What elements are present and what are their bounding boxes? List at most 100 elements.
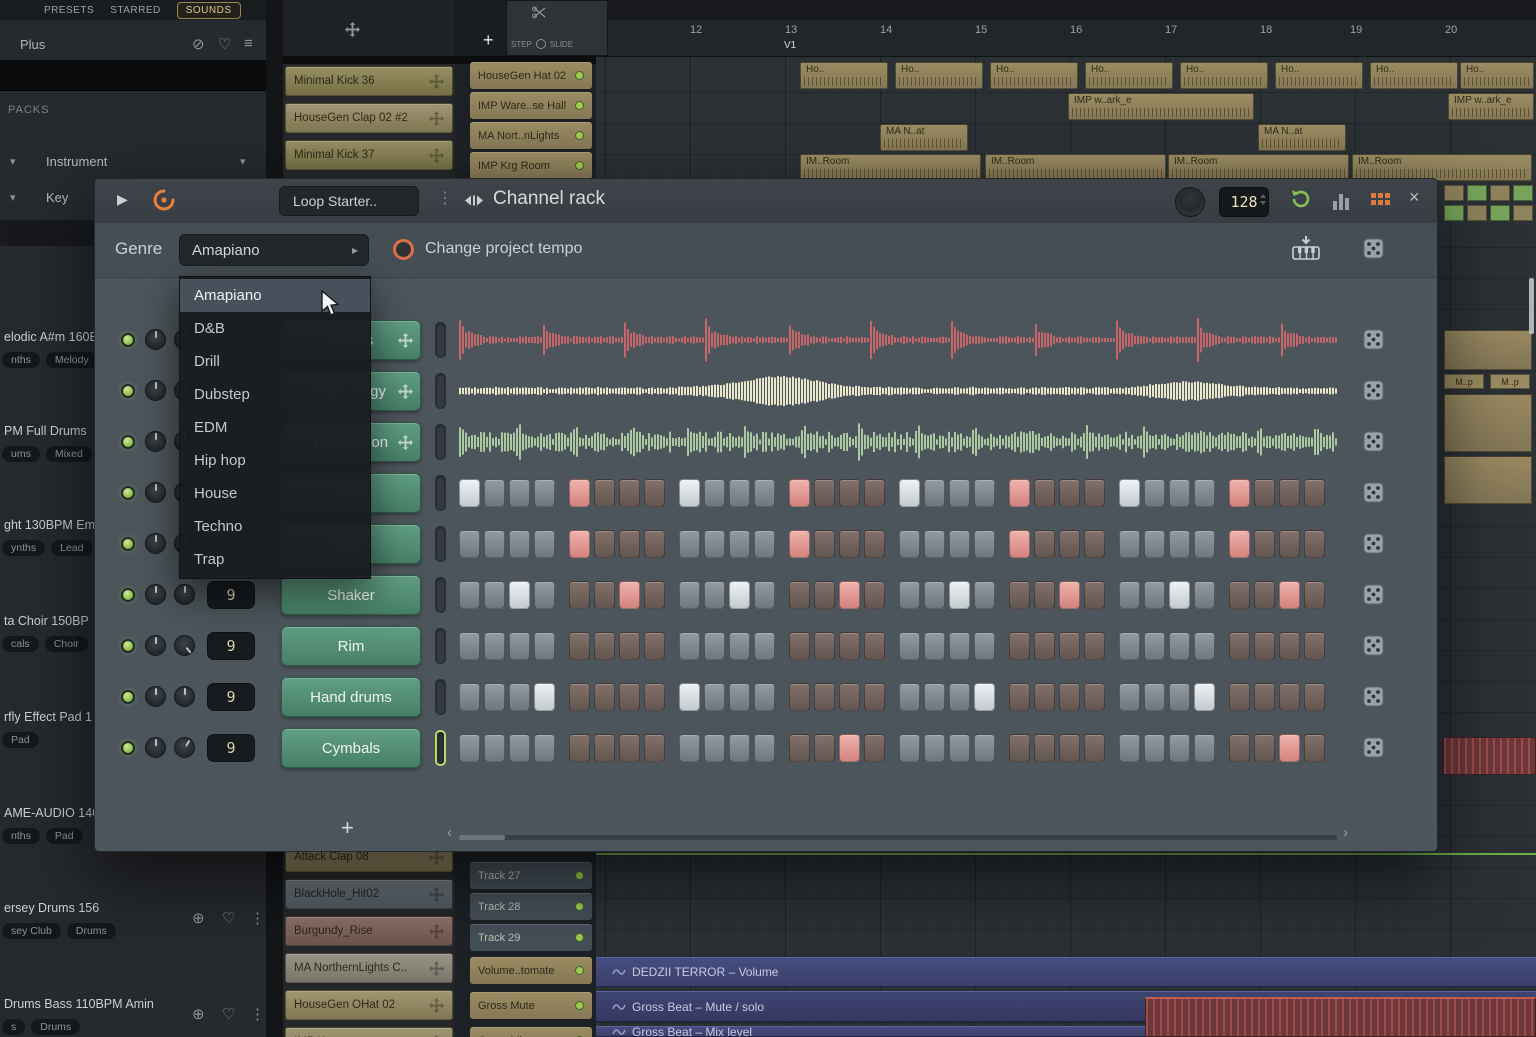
genre-option-hip-hop[interactable]: Hip hop [180,444,370,477]
step-toggle-icon[interactable] [536,39,546,49]
step-cell[interactable] [1144,683,1165,711]
step-cell[interactable] [1059,581,1080,609]
mini-cell[interactable] [1513,205,1533,221]
step-cell[interactable] [814,632,835,660]
step-cell[interactable] [899,632,920,660]
playlist-clip[interactable]: IM..Room [800,154,981,181]
tag-chip[interactable]: nths [2,828,40,844]
playlist-clip[interactable]: MA N..at [880,124,968,151]
step-cell[interactable] [1254,581,1275,609]
track-enable-led[interactable] [575,161,584,170]
step-cell[interactable] [839,479,860,507]
step-cell[interactable] [1169,632,1190,660]
move-icon[interactable] [398,384,413,399]
step-cell[interactable] [924,632,945,660]
channel-button-cymbals[interactable]: Cymbals [281,728,421,768]
track-label[interactable]: Gross Mix [470,1027,592,1037]
genre-option-trap[interactable]: Trap [180,543,370,576]
playlist-clip[interactable]: Ho.. [1180,62,1268,89]
pattern-clip[interactable]: BlackHole_Hit02 [285,879,453,909]
mute-led[interactable] [121,333,135,347]
tag-chip[interactable]: Choir [45,636,88,652]
undo-icon[interactable] [1289,188,1311,210]
step-cell[interactable] [1034,479,1055,507]
mini-clip[interactable] [1444,394,1532,452]
step-cell[interactable] [864,530,885,558]
step-cell[interactable] [1254,734,1275,762]
step-cell[interactable] [1034,530,1055,558]
step-cell[interactable] [974,632,995,660]
step-cell[interactable] [1254,632,1275,660]
step-cell[interactable] [569,734,590,762]
sample-item[interactable]: Drums Bass 110BPM AminsDrums⊕♡⋮ [0,997,266,1037]
preset-selector-button[interactable]: Loop Starter.. [279,186,419,216]
channel-target-indicator[interactable] [435,475,446,511]
pan-knob[interactable] [145,737,166,758]
dice-icon[interactable] [1363,482,1384,503]
add-circle-icon[interactable]: ⊕ [192,909,205,927]
track-enable-led[interactable] [575,131,584,140]
slide-label[interactable]: SLIDE [550,40,573,49]
channel-target-indicator[interactable] [435,373,446,409]
step-cell[interactable] [924,530,945,558]
step-cell[interactable] [534,530,555,558]
step-cell[interactable] [754,683,775,711]
mini-cell[interactable] [1513,185,1533,201]
volume-knob[interactable] [174,737,195,758]
step-cell[interactable] [839,530,860,558]
step-cell[interactable] [704,581,725,609]
mute-led[interactable] [121,486,135,500]
track-enable-led[interactable] [575,966,584,975]
step-cell[interactable] [1034,734,1055,762]
dice-icon[interactable] [1363,533,1384,554]
playlist-clip[interactable]: IM..Room [1352,154,1532,181]
step-cell[interactable] [1304,581,1325,609]
step-cell[interactable] [814,683,835,711]
step-cell[interactable] [1229,632,1250,660]
step-cell[interactable] [484,581,505,609]
pan-knob[interactable] [145,635,166,656]
move-icon[interactable] [429,998,444,1013]
step-cell[interactable] [594,479,615,507]
pan-knob[interactable] [145,584,166,605]
step-cell[interactable] [1119,581,1140,609]
step-cell[interactable] [924,581,945,609]
step-cell[interactable] [1084,530,1105,558]
step-cell[interactable] [1279,683,1300,711]
step-cell[interactable] [534,734,555,762]
add-channel-button[interactable]: + [341,815,354,841]
step-cell[interactable] [1229,530,1250,558]
step-cell[interactable] [509,530,530,558]
dice-icon[interactable] [1363,686,1384,707]
filter-icon[interactable]: ⊘ [192,35,205,53]
playlist-clip[interactable]: IM..Room [1168,154,1349,181]
step-cell[interactable] [974,479,995,507]
mini-cell[interactable] [1467,205,1487,221]
step-cell[interactable] [1304,734,1325,762]
audio-clip-red[interactable] [1145,997,1536,1037]
genre-select[interactable]: Amapiano ▸ [179,234,369,266]
mute-led[interactable] [121,741,135,755]
genre-option-house[interactable]: House [180,477,370,510]
pan-knob[interactable] [145,533,166,554]
step-cell[interactable] [1169,683,1190,711]
step-cell[interactable] [679,632,700,660]
step-cell[interactable] [814,581,835,609]
step-cell[interactable] [1229,683,1250,711]
channel-target-indicator[interactable] [435,577,446,613]
audio-clip-red[interactable] [1443,737,1536,775]
pan-knob[interactable] [145,380,166,401]
step-cell[interactable] [459,734,480,762]
step-cell[interactable] [754,479,775,507]
playlist-clip[interactable]: Ho.. [1370,62,1458,89]
step-cell[interactable] [1279,581,1300,609]
step-cell[interactable] [814,530,835,558]
track-enable-led[interactable] [575,871,584,880]
genre-option-drill[interactable]: Drill [180,345,370,378]
step-cell[interactable] [679,581,700,609]
move-icon[interactable] [429,887,444,902]
step-cell[interactable] [974,581,995,609]
step-cell[interactable] [484,683,505,711]
step-cell[interactable] [1144,734,1165,762]
move-icon[interactable] [429,111,444,126]
